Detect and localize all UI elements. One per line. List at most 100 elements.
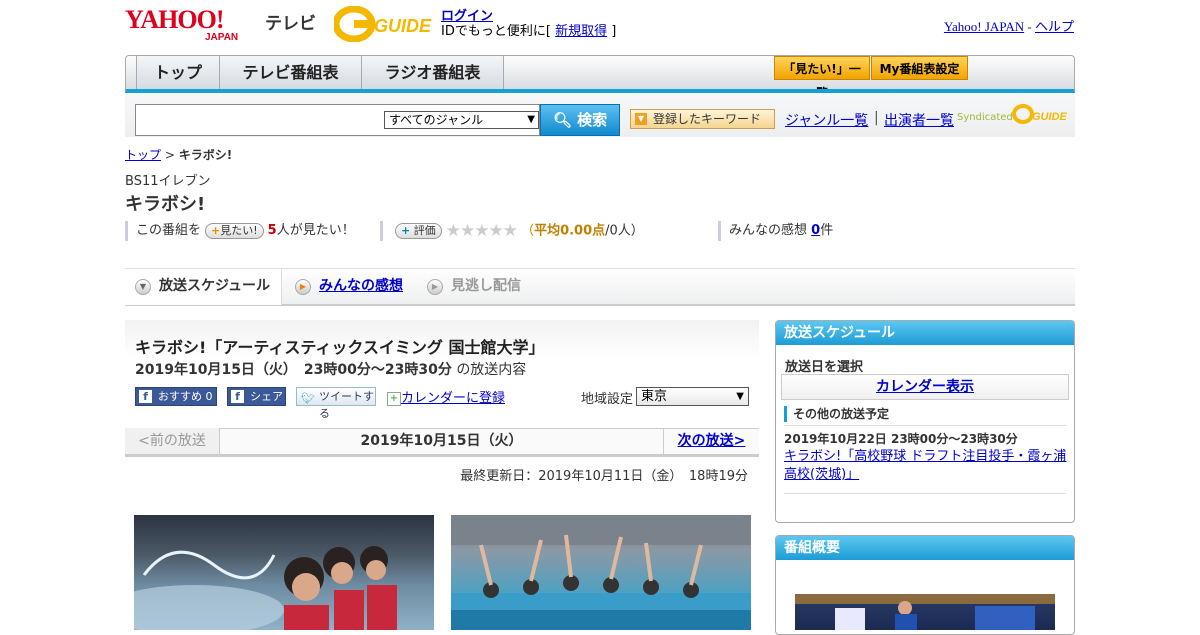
breadcrumb-top-link[interactable]: トップ — [125, 148, 161, 162]
facebook-icon: f — [231, 390, 244, 403]
chevron-down-icon: ▼ — [135, 279, 151, 295]
id-promo: IDでもっと便利に[ 新規取得 ] — [441, 20, 616, 39]
region-select[interactable]: 東京 ▼ — [636, 387, 749, 406]
episode-photo-1 — [134, 515, 434, 630]
content-tabs: ▼ 放送スケジュール ▶ みんなの感想 ▶ 見逃し配信 — [125, 268, 1075, 306]
yahoo-japan-link[interactable]: Yahoo! JAPAN — [944, 19, 1024, 34]
fb-share-label: シェア — [250, 390, 283, 403]
gguide-logo[interactable]: GUIDE — [334, 6, 434, 42]
keyword-button[interactable]: ▼ 登録したキーワード — [630, 109, 775, 129]
search-button-label: 検索 — [577, 111, 608, 129]
program-summary-header: 番組概要 — [776, 536, 1074, 560]
my-bangumi-button[interactable]: My番組表設定 — [871, 56, 968, 80]
divider — [784, 425, 1066, 426]
page-title: キラボシ! — [125, 194, 206, 215]
mitai-button-label: 見たい! — [220, 223, 258, 237]
id-prefix: IDでもっと便利に[ — [441, 24, 551, 39]
tab-schedule[interactable]: ▼ 放送スケジュール — [125, 269, 282, 305]
rating-people: /0人） — [605, 223, 644, 239]
facebook-share-button[interactable]: f シェア — [227, 387, 286, 406]
play-icon: ▶ — [427, 279, 443, 295]
schedule-panel-header: 放送スケジュール — [776, 321, 1074, 345]
mitai-prefix: この番組を — [136, 223, 202, 238]
rating-button[interactable]: + 評価 — [395, 223, 442, 239]
mitai-suffix: 人が見たい！ — [276, 223, 355, 238]
calendar-display-button[interactable]: カレンダー表示 — [781, 374, 1069, 400]
search-button[interactable]: 🔍︎ 検索 — [540, 104, 620, 136]
star-rating: ★★★★★ — [445, 221, 518, 241]
svg-text:JAPAN: JAPAN — [205, 32, 238, 42]
episode-datetime: 2019年10月15日（火） 23時00分～23時30分 の放送内容 — [135, 359, 526, 379]
plus-icon: + — [211, 223, 221, 237]
episode-datetime-suffix: の放送内容 — [456, 362, 527, 378]
id-suffix: ] — [611, 24, 617, 39]
mitai-list-button[interactable]: 「見たい!」一覧 — [774, 56, 870, 89]
genre-select[interactable]: すべてのジャンル ▼ — [384, 111, 539, 129]
last-updated: 最終更新日：2019年10月11日（金） 18時19分 — [460, 469, 748, 484]
plus-icon: + — [401, 224, 411, 237]
episode-datetime-value: 2019年10月15日（火） 23時00分～23時30分 — [135, 362, 452, 378]
rating-row: + 評価 ★★★★★ （平均0.00点/0人） — [380, 221, 644, 241]
svg-text:YAHOO!: YAHOO! — [125, 6, 224, 34]
genre-list-link[interactable]: ジャンル一覧 — [785, 110, 868, 130]
calendar-plus-icon: + — [387, 391, 401, 406]
rating-button-label: 評価 — [413, 224, 436, 237]
tv-label: テレビ — [265, 14, 316, 34]
region-value: 東京 — [641, 389, 668, 404]
triangle-icon: ▼ — [635, 113, 647, 125]
signup-link[interactable]: 新規取得 — [555, 24, 607, 39]
mitai-count: 5 — [267, 223, 277, 238]
tab-kanso[interactable]: ▶ みんなの感想 — [285, 269, 415, 305]
keyword-button-label: 登録したキーワード — [653, 112, 762, 126]
gguide-small-logo: GUIDE — [1012, 104, 1068, 124]
episode-photo-2 — [451, 515, 751, 630]
help-link[interactable]: ヘルプ — [1035, 19, 1074, 34]
program-summary-image — [795, 594, 1055, 630]
select-date-label: 放送日を選択 — [785, 360, 864, 375]
header-links: Yahoo! JAPAN - ヘルプ — [944, 16, 1074, 35]
main-nav: トップ テレビ番組表 ラジオ番組表 「見たい!」一覧 My番組表設定 — [125, 55, 1075, 93]
channel-name: BS11イレブン — [125, 174, 211, 189]
tweet-button[interactable]: 🐦︎ ツイートする — [296, 387, 376, 420]
episode-title: キラボシ!「アーティスティックスイミング 国士館大学」 — [135, 338, 545, 357]
other-broadcast-date: 2019年10月22日 23時00分～23時30分 — [784, 432, 1018, 446]
other-broadcast-link[interactable]: キラボシ!「高校野球 ドラフト注目投手・霞ヶ浦高校(茨城)」 — [784, 448, 1069, 484]
mitai-row: この番組を +見たい! 5人が見たい！ — [125, 221, 355, 241]
kanso-row: みんなの感想 0件 — [718, 221, 833, 241]
facebook-recommend-button[interactable]: f おすすめ 0 — [135, 387, 217, 406]
kanso-prefix: みんなの感想 — [729, 223, 808, 238]
tab-schedule-label: 放送スケジュール — [159, 278, 271, 294]
breadcrumb-sep: > — [164, 148, 175, 162]
nav-tab-tv-listings[interactable]: テレビ番組表 — [220, 56, 362, 89]
kanso-suffix: 件 — [820, 223, 834, 238]
tab-minogashi: ▶ 見逃し配信 — [417, 269, 557, 305]
genre-select-value: すべてのジャンル — [389, 113, 484, 127]
next-broadcast-link[interactable]: 次の放送> — [663, 428, 759, 454]
tab-kanso-label[interactable]: みんなの感想 — [319, 278, 403, 294]
dropdown-arrow-icon: ▼ — [736, 391, 744, 402]
swimmers-image — [134, 546, 397, 630]
calendar-register[interactable]: + カレンダーに登録 — [387, 387, 505, 406]
other-schedule-heading: その他の放送予定 — [784, 406, 889, 422]
yahoo-japan-logo[interactable]: YAHOO! JAPAN — [125, 6, 260, 42]
play-icon: ▶ — [295, 279, 311, 295]
divider — [784, 493, 1066, 494]
tab-minogashi-label: 見逃し配信 — [451, 278, 521, 294]
dropdown-arrow-icon: ▼ — [527, 114, 535, 125]
breadcrumb: トップ > キラボシ! — [125, 146, 232, 163]
calendar-register-link[interactable]: カレンダーに登録 — [401, 391, 505, 406]
swimmers-team-image — [451, 515, 751, 630]
nav-tab-top[interactable]: トップ — [136, 56, 220, 89]
fb-osusume-label: おすすめ 0 — [158, 390, 213, 403]
facebook-icon: f — [139, 390, 152, 403]
prev-broadcast: <前の放送 — [125, 428, 220, 454]
cast-list-link[interactable]: 出演者一覧 — [884, 110, 954, 130]
dash: - — [1027, 19, 1032, 34]
search-icon: 🔍︎ — [552, 111, 572, 129]
kanso-count-link[interactable]: 0 — [811, 223, 820, 238]
baseball-image — [795, 594, 1055, 630]
svg-text:GUIDE: GUIDE — [1032, 111, 1068, 123]
mitai-button[interactable]: +見たい! — [205, 222, 264, 239]
nav-tab-radio-listings[interactable]: ラジオ番組表 — [362, 56, 504, 89]
link-separator: | — [874, 110, 879, 126]
